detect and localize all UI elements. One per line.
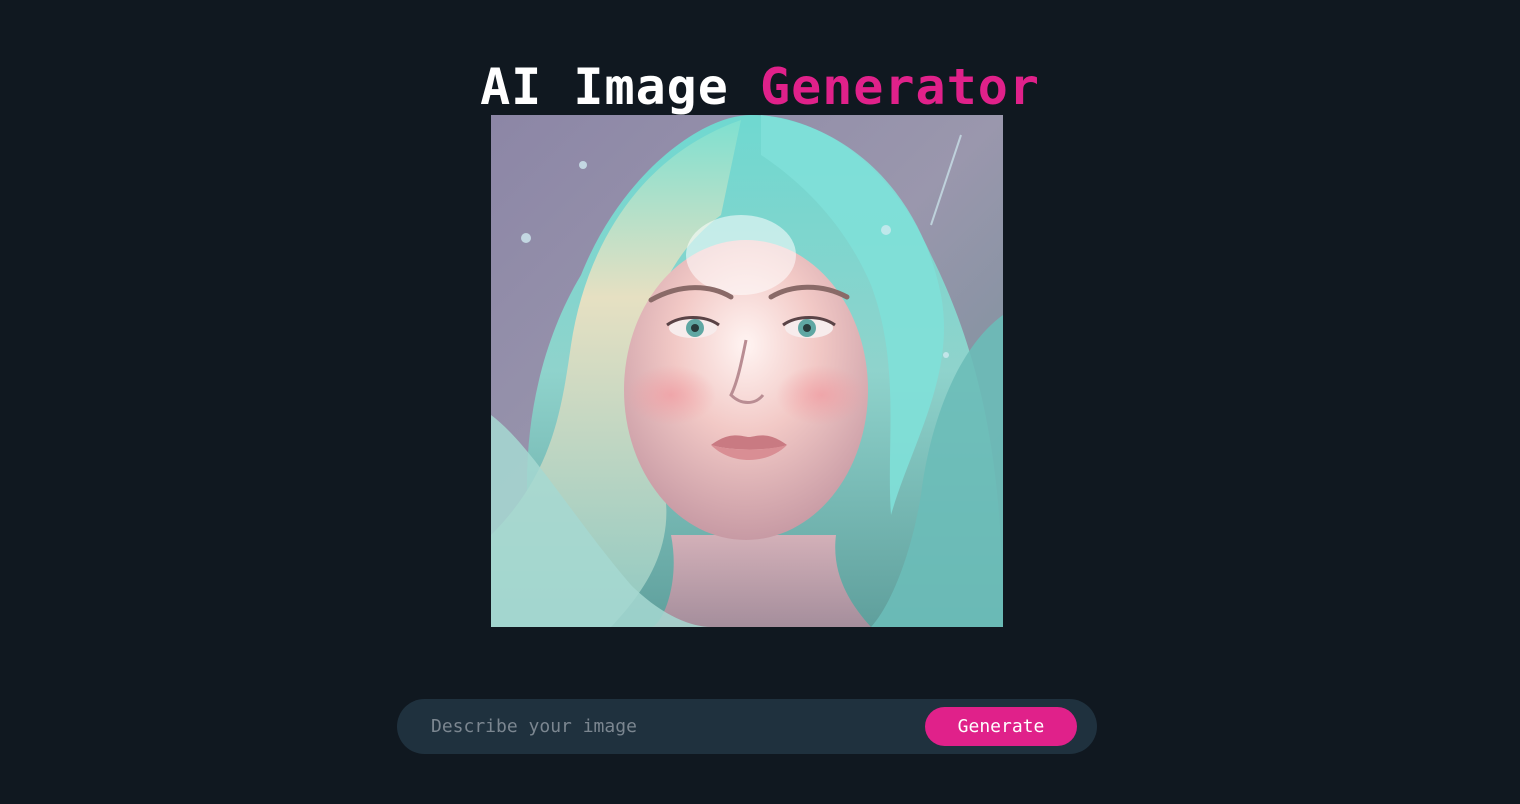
page-title: AI Image Generator [0, 54, 1520, 120]
title-main: AI Image [480, 57, 760, 116]
prompt-input[interactable] [431, 699, 911, 754]
generated-image [491, 115, 1003, 627]
portrait-illustration [491, 115, 1003, 627]
generate-button[interactable]: Generate [925, 707, 1077, 746]
prompt-bar: Generate [397, 699, 1097, 754]
title-accent: Generator [760, 57, 1040, 116]
